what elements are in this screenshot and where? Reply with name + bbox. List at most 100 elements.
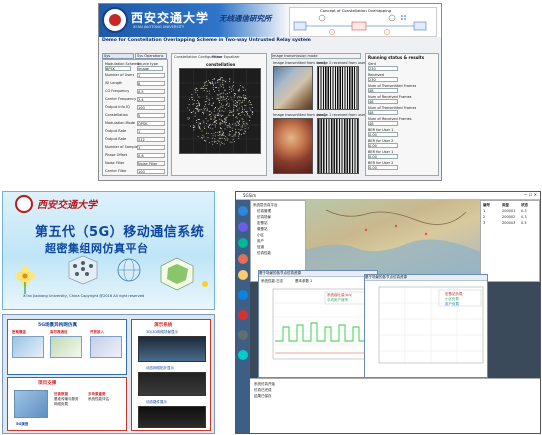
sidebar-icon-user[interactable]: [238, 254, 248, 264]
sidebar-icon-chart[interactable]: [238, 270, 248, 280]
sidebar-icon-alert[interactable]: [238, 310, 248, 320]
config-field-label: Output Rate: [105, 137, 127, 141]
section2-title: 演示系统: [154, 323, 173, 328]
item-3d-scene: 3D/3D网络场景显示: [146, 330, 179, 334]
results-panel: Running status & results Sent 230 Received…: [365, 53, 439, 176]
config-field-input[interactable]: Noise Filter: [137, 161, 165, 166]
cover-copyright: Xi'an Jiaotong University, China Copyrig…: [23, 294, 145, 298]
config-field-input[interactable]: QPSK: [137, 121, 165, 126]
config-field-input[interactable]: 8: [137, 81, 165, 86]
tree-item[interactable]: 信道: [257, 245, 264, 249]
item-load: 网络负载: [54, 402, 68, 406]
window-controls[interactable]: — ☐ ✕: [524, 193, 537, 197]
config-field-input[interactable]: 1: [137, 129, 165, 134]
constellation-title: constellation: [206, 62, 236, 67]
win2-titlebar[interactable]: 基于场景的各节点仿真资源: [365, 275, 487, 281]
cover-title-line1: 第五代（5G）移动通信系统: [35, 225, 205, 240]
university-name: 西安交通大学: [37, 200, 97, 211]
scene-image-1: [12, 336, 44, 358]
app-sidebar: [236, 200, 250, 433]
flower-icon: [15, 266, 35, 294]
university-logo: [15, 195, 33, 213]
sidebar-icon-scene[interactable]: [238, 222, 248, 232]
config-field-label: Phase Offset: [105, 153, 128, 157]
table-cell: 0.3: [521, 215, 527, 219]
constellation-scatter: [180, 69, 260, 153]
sidebar-icon-export[interactable]: [238, 350, 248, 360]
config-field-input[interactable]: 512: [137, 137, 165, 142]
table-header[interactable]: 状态: [521, 203, 528, 207]
university-name: 西安交通大学: [131, 11, 210, 25]
result-value: 48: [368, 121, 398, 126]
relay-diagram: [293, 14, 427, 35]
tree-item[interactable]: 小区: [257, 233, 264, 237]
hexagon-network-icon: [68, 255, 98, 285]
config-field-label: Output Info IQ: [105, 105, 130, 109]
item-5g-evolution: 5G演进: [16, 422, 29, 426]
config-field-input[interactable]: 0.6: [137, 153, 165, 158]
result-value: 0.00: [368, 154, 398, 159]
load-chart: [378, 286, 484, 364]
win1-tab-0[interactable]: 系统性能-日志: [261, 279, 283, 283]
table-cell: 200003: [502, 221, 516, 225]
config-field-label: Noise Filter: [105, 161, 125, 165]
config-field-input[interactable]: 1: [137, 73, 165, 78]
config-field-input[interactable]: 0.5: [137, 89, 165, 94]
table-cell: 3: [483, 221, 486, 225]
result-value: 0.00: [368, 132, 398, 137]
relay-demo-window: 西安交通大学 XI'AN JIAOTONG UNIVERSITY 无线通信研究所…: [98, 3, 442, 181]
win1-titlebar[interactable]: 基于场景的各节点仿真资源: [259, 271, 377, 277]
table-cell: 200002: [502, 215, 516, 219]
img-label-rx1: Image 2 received from user1: [317, 61, 368, 65]
section-heterogeneous: 5G场景异构网仿真 密集覆盖 高可靠通信 开放接入: [7, 319, 127, 375]
university-logo: [102, 7, 128, 33]
item-multi-scene: 多场景重要: [88, 392, 106, 396]
scene-image-2: [50, 336, 82, 358]
config-field-input[interactable]: 100: [137, 169, 165, 174]
log-line: 仿真已完成: [254, 388, 272, 392]
tree-item[interactable]: 系统层仿真平台: [253, 203, 278, 207]
item-dense: 密集覆盖: [12, 330, 26, 334]
config-field-label: Constellation: [105, 113, 128, 117]
image-tabs[interactable]: Image transmission mode: [271, 53, 361, 59]
config-field-input[interactable]: 2.4: [137, 97, 165, 102]
modulation-select[interactable]: BPSK: [105, 66, 131, 71]
item-eval: 系统性能评估: [88, 397, 109, 401]
radar-chart-icon: [160, 257, 194, 291]
tree-item[interactable]: 微基站: [257, 227, 268, 231]
table-cell: 0.3: [521, 209, 527, 213]
table-header[interactable]: 编号: [483, 203, 490, 207]
throughput-window: 基于场景的各节点仿真资源 系统性能-日志 基本参数 1 系统吞吐量(b/s) 平…: [258, 270, 378, 378]
source-select[interactable]: Image: [137, 66, 163, 71]
legend-macro-load: 宏基站负载: [445, 292, 463, 296]
tree-item[interactable]: 仿真性能: [257, 251, 271, 255]
config-field-input[interactable]: 100: [137, 105, 165, 110]
scene-3d-view: [138, 336, 206, 362]
fivegsim-app-window: 5GSim — ☐ ✕ 系统层仿真平台 仿真管理 仿真场景 宏基站 微基站 小区 用户 信道仿…: [235, 191, 541, 434]
win1-tab-1[interactable]: 基本参数 1: [295, 279, 312, 283]
globe-network-icon: [117, 258, 141, 282]
tree-item[interactable]: 仿真场景: [257, 215, 271, 219]
config-field-input[interactable]: 1: [137, 145, 165, 150]
university-name-en: XI'AN JIAOTONG UNIVERSITY: [133, 25, 185, 29]
tree-item[interactable]: 用户: [257, 239, 264, 243]
tree-item[interactable]: 仿真管理: [257, 209, 271, 213]
path-view: [138, 406, 206, 428]
scene-image-3: [90, 336, 122, 358]
legend-cell-load: 小区负载: [445, 297, 459, 301]
tx-image-1: [273, 66, 313, 110]
config-field-label: Output Rate: [105, 129, 127, 133]
config-panel: Modulation Scheme BPSK Source type Image…: [102, 59, 168, 176]
section-demo: 演示系统 3D/3D网络场景显示 动态网络拓扑显示 动态路件展示: [131, 319, 211, 431]
table-header[interactable]: 类型: [502, 203, 509, 207]
sidebar-icon-home[interactable]: [238, 206, 248, 216]
cover-graphics: [15, 255, 208, 294]
item-dynamic-topology: 动态网络拓扑显示: [146, 366, 174, 370]
tree-item[interactable]: 宏基站: [257, 221, 268, 225]
sidebar-icon-network[interactable]: [238, 238, 248, 248]
sidebar-icon-settings[interactable]: [238, 330, 248, 340]
sidebar-icon-data[interactable]: [238, 290, 248, 300]
section3-title: 项目支撑: [38, 381, 57, 386]
config-field-input[interactable]: 5: [137, 113, 165, 118]
const-tab-phase[interactable]: Phase Equalizer: [212, 55, 240, 59]
